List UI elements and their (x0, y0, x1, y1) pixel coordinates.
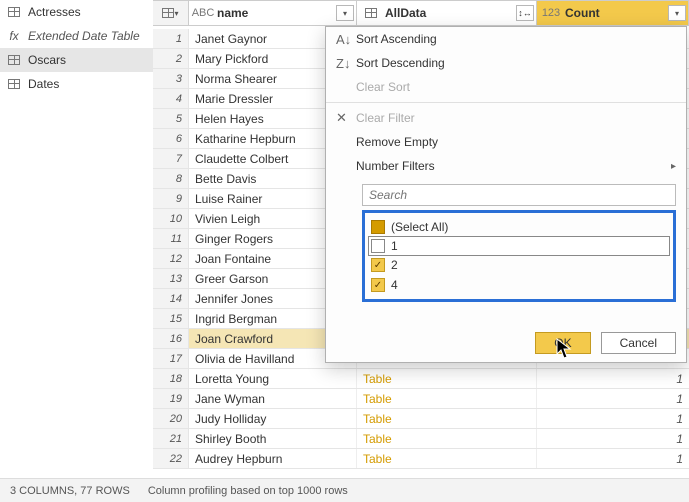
submenu-arrow-icon: ▸ (671, 161, 676, 172)
row-number[interactable]: 8 (153, 169, 189, 188)
queries-panel: Actresses fx Extended Date Table Oscars … (0, 0, 153, 478)
filter-search (362, 184, 676, 206)
menu-sort-descending[interactable]: Z↓ Sort Descending (326, 51, 686, 75)
query-label: Actresses (28, 5, 81, 19)
filter-value-2[interactable]: ✓ 2 (371, 255, 667, 275)
column-dropdown-icon[interactable]: ▾ (668, 5, 686, 21)
row-number[interactable]: 12 (153, 249, 189, 268)
column-dropdown-icon[interactable]: ▾ (336, 5, 354, 21)
checkbox-indeterminate-icon[interactable] (371, 220, 385, 234)
cell-alldata[interactable]: Table (357, 389, 537, 408)
checkbox-checked-icon[interactable]: ✓ (371, 278, 385, 292)
table-row[interactable]: 21Shirley BoothTable1 (153, 429, 689, 449)
cell-name[interactable]: Shirley Booth (189, 429, 357, 448)
sort-asc-icon: A↓ (336, 32, 356, 47)
row-header-corner[interactable]: ▾ (153, 1, 189, 25)
cell-name[interactable]: Judy Holliday (189, 409, 357, 428)
row-number[interactable]: 17 (153, 349, 189, 368)
column-label: Count (565, 6, 668, 20)
table-type-icon (357, 8, 385, 18)
table-icon (6, 79, 22, 89)
row-number[interactable]: 20 (153, 409, 189, 428)
menu-remove-empty[interactable]: Remove Empty (326, 130, 686, 154)
row-number[interactable]: 13 (153, 269, 189, 288)
expand-icon[interactable]: ↕↔ (516, 5, 534, 21)
status-profiling: Column profiling based on top 1000 rows (148, 485, 348, 497)
menu-number-filters[interactable]: Number Filters ▸ (326, 154, 686, 178)
filter-search-input[interactable] (362, 184, 676, 206)
row-number[interactable]: 14 (153, 289, 189, 308)
sort-desc-icon: Z↓ (336, 56, 356, 71)
row-number[interactable]: 21 (153, 429, 189, 448)
table-icon (6, 55, 22, 65)
column-label: name (217, 6, 336, 20)
column-header-count[interactable]: 123 Count ▾ (537, 1, 689, 25)
column-header-name[interactable]: ABC name ▾ (189, 1, 357, 25)
table-row[interactable]: 20Judy HollidayTable1 (153, 409, 689, 429)
column-header-alldata[interactable]: AllData ↕↔ (357, 1, 537, 25)
query-label: Dates (28, 77, 59, 91)
cell-count[interactable]: 1 (537, 449, 689, 468)
row-number[interactable]: 2 (153, 49, 189, 68)
query-label: Extended Date Table (28, 29, 140, 43)
cell-alldata[interactable]: Table (357, 449, 537, 468)
column-label: AllData (385, 6, 516, 20)
query-label: Oscars (28, 53, 66, 67)
filter-menu: A↓ Sort Ascending Z↓ Sort Descending Cle… (325, 26, 687, 363)
cell-count[interactable]: 1 (537, 369, 689, 388)
row-number[interactable]: 7 (153, 149, 189, 168)
table-row[interactable]: 19Jane WymanTable1 (153, 389, 689, 409)
row-number[interactable]: 19 (153, 389, 189, 408)
row-number[interactable]: 5 (153, 109, 189, 128)
table-row[interactable]: 18Loretta YoungTable1 (153, 369, 689, 389)
cell-alldata[interactable]: Table (357, 429, 537, 448)
menu-separator (326, 102, 686, 103)
row-number[interactable]: 10 (153, 209, 189, 228)
menu-button-row: OK Cancel (535, 332, 676, 354)
query-item-extended-date-table[interactable]: fx Extended Date Table (0, 24, 153, 48)
cell-count[interactable]: 1 (537, 389, 689, 408)
cancel-button[interactable]: Cancel (601, 332, 676, 354)
row-number[interactable]: 11 (153, 229, 189, 248)
cell-name[interactable]: Audrey Hepburn (189, 449, 357, 468)
cell-alldata[interactable]: Table (357, 369, 537, 388)
menu-clear-sort: Clear Sort (326, 75, 686, 99)
row-number[interactable]: 3 (153, 69, 189, 88)
query-item-oscars[interactable]: Oscars (0, 48, 153, 72)
grid-header: ▾ ABC name ▾ AllData ↕↔ 123 Count ▾ (153, 0, 689, 26)
abc-type-icon: ABC (189, 7, 217, 19)
clear-filter-icon: ✕ (336, 110, 356, 126)
menu-clear-filter: ✕ Clear Filter (326, 106, 686, 130)
cell-count[interactable]: 1 (537, 409, 689, 428)
row-number[interactable]: 4 (153, 89, 189, 108)
ok-button[interactable]: OK (535, 332, 590, 354)
row-number[interactable]: 18 (153, 369, 189, 388)
row-number[interactable]: 15 (153, 309, 189, 328)
query-item-dates[interactable]: Dates (0, 72, 153, 96)
row-number[interactable]: 6 (153, 129, 189, 148)
filter-value-1[interactable]: 1 (368, 236, 670, 256)
cell-alldata[interactable]: Table (357, 409, 537, 428)
filter-values-box: (Select All) 1 ✓ 2 ✓ 4 (362, 210, 676, 302)
cell-name[interactable]: Jane Wyman (189, 389, 357, 408)
query-item-actresses[interactable]: Actresses (0, 0, 153, 24)
row-number[interactable]: 1 (153, 29, 189, 48)
checkbox-checked-icon[interactable]: ✓ (371, 258, 385, 272)
cell-name[interactable]: Loretta Young (189, 369, 357, 388)
status-columns-rows: 3 COLUMNS, 77 ROWS (10, 485, 130, 497)
menu-sort-ascending[interactable]: A↓ Sort Ascending (326, 27, 686, 51)
table-row[interactable]: 22Audrey HepburnTable1 (153, 449, 689, 469)
row-number[interactable]: 16 (153, 329, 189, 348)
checkbox-unchecked-icon[interactable] (371, 239, 385, 253)
row-number[interactable]: 9 (153, 189, 189, 208)
number-type-icon: 123 (537, 7, 565, 19)
fx-icon: fx (6, 29, 22, 43)
table-icon (6, 7, 22, 17)
filter-value-4[interactable]: ✓ 4 (371, 275, 667, 295)
status-bar: 3 COLUMNS, 77 ROWS Column profiling base… (0, 478, 689, 502)
row-number[interactable]: 22 (153, 449, 189, 468)
filter-value-select-all[interactable]: (Select All) (371, 217, 667, 237)
cell-count[interactable]: 1 (537, 429, 689, 448)
